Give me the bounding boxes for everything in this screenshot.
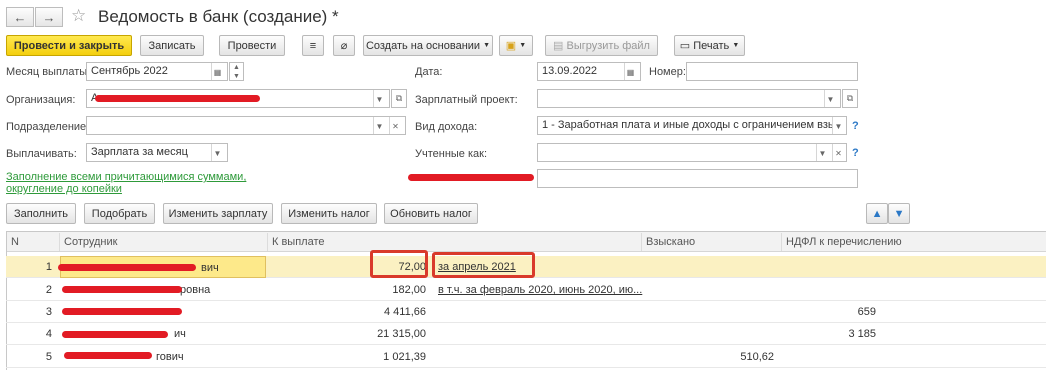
chevron-down-icon: ▼ [732, 42, 740, 49]
date-value: 13.09.2022 [542, 65, 598, 77]
printer-icon: ▭ [679, 40, 691, 52]
ndfl-cell: 659 [857, 306, 876, 318]
move-up-icon[interactable]: ▲ [866, 203, 888, 224]
forward-button[interactable]: → [35, 7, 63, 27]
page-title: Ведомость в банк (создание) * [98, 7, 339, 26]
attach-icon[interactable]: ⌀ [333, 35, 355, 56]
extra-field[interactable] [537, 169, 858, 188]
col-collected[interactable]: Взыскано [642, 233, 782, 251]
income-type-label: Вид дохода: [415, 121, 478, 133]
create-based-on-label: Создать на основании [365, 39, 481, 52]
row-number: 5 [45, 351, 52, 363]
employee-name: ровна [180, 284, 211, 296]
collected-cell: 510,62 [740, 351, 774, 363]
chevron-down-icon[interactable]: ▼ [832, 117, 844, 134]
back-button[interactable]: ← [6, 7, 34, 27]
month-value: Сентябрь 2022 [91, 65, 168, 77]
open-link-icon[interactable]: ⧉ [391, 89, 407, 108]
pay-value: Зарплата за месяц [91, 146, 188, 158]
accounted-label: Учтенные как: [415, 148, 488, 160]
division-field[interactable]: ▼ ✕ [86, 116, 406, 135]
row-number: 3 [45, 306, 52, 318]
chevron-down-icon[interactable]: ▼ [373, 90, 385, 107]
ndfl-cell: 3 185 [848, 328, 876, 340]
col-ndfl[interactable]: НДФЛ к перечислению [782, 233, 1046, 251]
favorite-star-icon[interactable]: ☆ [71, 6, 86, 26]
save-button[interactable]: Записать [140, 35, 204, 56]
income-type-value: 1 - Заработная плата и иные доходы с огр… [542, 119, 832, 131]
report-icon[interactable]: ▣ ▼ [499, 35, 533, 56]
amount-cell[interactable]: 1 021,39 [268, 346, 426, 368]
month-field[interactable]: Сентябрь 2022 ▦ [86, 62, 228, 81]
chevron-down-icon[interactable]: ▼ [816, 144, 828, 161]
number-label: Номер: [649, 66, 686, 78]
income-type-field[interactable]: 1 - Заработная плата и иные доходы с огр… [537, 116, 847, 135]
clear-icon[interactable]: ✕ [389, 117, 401, 134]
amount-cell[interactable]: 182,00 [268, 279, 426, 301]
col-employee[interactable]: Сотрудник [60, 233, 268, 251]
export-icon: ▤ [553, 40, 564, 52]
amount-cell[interactable]: 21 315,00 [268, 323, 426, 345]
chevron-down-icon: ▼ [483, 42, 491, 49]
update-tax-button[interactable]: Обновить налог [384, 203, 478, 224]
salary-project-field[interactable]: ▼ [537, 89, 841, 108]
open-link-icon[interactable]: ⧉ [842, 89, 858, 108]
employee-name: гович [156, 351, 184, 363]
month-stepper[interactable]: ▲ ▼ [229, 62, 244, 81]
print-button[interactable]: ▭ Печать ▼ [674, 35, 745, 56]
table-row[interactable]: 5 гович 1 021,39 510,62 [6, 346, 1046, 368]
export-file-label: Выгрузить файл [566, 39, 650, 52]
create-based-on-button[interactable]: Создать на основании ▼ [363, 35, 493, 56]
help-icon[interactable]: ? [852, 120, 859, 132]
post-and-close-button[interactable]: Провести и закрыть [6, 35, 132, 56]
fill-button[interactable]: Заполнить [6, 203, 76, 224]
period-link[interactable]: в т.ч. за февраль 2020, июнь 2020, ию... [438, 279, 642, 301]
amount-cell[interactable]: 4 411,66 [268, 301, 426, 323]
fill-settings-link[interactable]: Заполнение всеми причитающимися суммами,… [6, 171, 306, 195]
highlight-period [432, 252, 535, 278]
chevron-down-icon[interactable]: ▼ [824, 90, 836, 107]
pay-label: Выплачивать: [6, 148, 77, 160]
employee-name: ич [174, 328, 186, 340]
month-label: Месяц выплаты: [6, 66, 91, 78]
help-icon[interactable]: ? [852, 147, 859, 159]
chevron-down-icon[interactable]: ▼ [211, 144, 223, 161]
chevron-down-icon[interactable]: ▼ [373, 117, 385, 134]
change-tax-button[interactable]: Изменить налог [281, 203, 377, 224]
post-button[interactable]: Провести [219, 35, 285, 56]
col-n[interactable]: N [7, 233, 60, 251]
move-down-icon[interactable]: ▼ [888, 203, 910, 224]
employee-name: вич [201, 262, 219, 274]
date-field[interactable]: 13.09.2022 ▦ [537, 62, 641, 81]
date-label: Дата: [415, 66, 443, 78]
highlight-amount [370, 250, 428, 278]
row-number: 1 [45, 261, 52, 273]
salary-project-label: Зарплатный проект: [415, 94, 518, 106]
organization-label: Организация: [6, 94, 76, 106]
division-label: Подразделение: [6, 121, 90, 133]
row-number: 4 [45, 328, 52, 340]
col-amount[interactable]: К выплате [268, 233, 642, 251]
accounted-field[interactable]: ▼ ✕ [537, 143, 847, 162]
list-icon[interactable]: ≡ [302, 35, 324, 56]
calendar-icon[interactable]: ▦ [211, 63, 223, 80]
ndfl-cell [782, 256, 876, 278]
pick-button[interactable]: Подобрать [84, 203, 155, 224]
row-number: 2 [45, 284, 52, 296]
change-salary-button[interactable]: Изменить зарплату [163, 203, 273, 224]
export-file-button[interactable]: ▤ Выгрузить файл [545, 35, 658, 56]
number-field[interactable] [686, 62, 858, 81]
print-label: Печать [693, 39, 730, 52]
clear-icon[interactable]: ✕ [832, 144, 844, 161]
calendar-icon[interactable]: ▦ [624, 63, 636, 80]
pay-field[interactable]: Зарплата за месяц ▼ [86, 143, 228, 162]
